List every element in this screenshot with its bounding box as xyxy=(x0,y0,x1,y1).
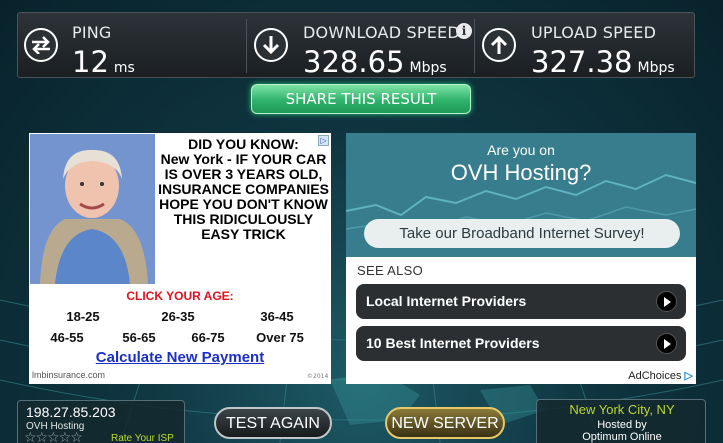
calculate-payment-link[interactable]: Calculate New Payment xyxy=(29,349,331,366)
age-option[interactable]: 36-45 xyxy=(247,309,307,324)
see-also-heading: SEE ALSO xyxy=(357,263,423,278)
new-server-button[interactable]: NEW SERVER xyxy=(385,407,505,439)
best-providers-link[interactable]: 10 Best Internet Providers xyxy=(356,326,686,361)
ping-label: PING xyxy=(72,23,112,42)
ovh-banner[interactable]: Are you on OVH Hosting? Take our Broadba… xyxy=(346,133,696,257)
upload-value: 327.38 Mbps xyxy=(531,45,675,79)
ad-domain: lmbinsurance.com xyxy=(32,370,106,380)
play-arrow-icon xyxy=(656,333,677,354)
test-again-button[interactable]: TEST AGAIN xyxy=(214,407,332,439)
ovh-question-1: Are you on xyxy=(487,142,555,158)
server-ip: 198.27.85.203 xyxy=(26,404,116,420)
ping-unit: ms xyxy=(113,60,135,76)
survey-button[interactable]: Take our Broadband Internet Survey! xyxy=(364,219,680,248)
isp-name: Optimum Online xyxy=(582,431,662,443)
download-number: 328.65 xyxy=(303,45,405,79)
ping-icon xyxy=(24,28,58,62)
age-option[interactable]: 66-75 xyxy=(178,330,238,345)
ping-value: 12 ms xyxy=(72,45,135,79)
ad-headline: DID YOU KNOW: New York - IF YOUR CAR IS … xyxy=(158,137,329,242)
upload-stat: UPLOAD SPEED 327.38 Mbps xyxy=(475,13,696,79)
ovh-question-2: OVH Hosting? xyxy=(450,160,592,185)
ovh-survey-ad[interactable]: Are you on OVH Hosting? Take our Broadba… xyxy=(346,133,696,384)
rate-isp-label[interactable]: Rate Your ISP xyxy=(111,433,174,443)
age-prompt: CLICK YOUR AGE: xyxy=(126,289,234,303)
location-info: New York City, NY Hosted by Optimum Onli… xyxy=(536,399,706,443)
download-label: DOWNLOAD SPEED xyxy=(303,23,460,42)
download-arrow-icon xyxy=(254,28,288,62)
best-providers-label: 10 Best Internet Providers xyxy=(366,335,540,351)
rating-stars[interactable]: ☆☆☆☆☆ xyxy=(24,430,83,443)
ping-number: 12 xyxy=(72,45,109,79)
age-option[interactable]: Over 75 xyxy=(250,330,310,345)
adchoices-link[interactable]: AdChoices ▷ xyxy=(628,369,693,382)
ad-copyright: ©2014 xyxy=(307,373,329,380)
ad-headline-1: DID YOU KNOW: xyxy=(188,136,299,152)
insurance-ad[interactable]: ▷ DID YOU KNOW: New York - IF YOUR CAR I… xyxy=(29,133,331,384)
age-option[interactable]: 26-35 xyxy=(148,309,208,324)
server-info: 198.27.85.203 OVH Hosting ☆☆☆☆☆ Rate You… xyxy=(17,400,185,443)
upload-label: UPLOAD SPEED xyxy=(531,23,657,42)
adchoices-label: AdChoices xyxy=(628,370,682,382)
upload-unit: Mbps xyxy=(637,60,675,76)
download-value: 328.65 Mbps xyxy=(303,45,447,79)
local-providers-link[interactable]: Local Internet Providers xyxy=(356,284,686,319)
hosted-by-label: Hosted by xyxy=(597,419,647,431)
download-stat: DOWNLOAD SPEED 328.65 Mbps xyxy=(247,13,474,79)
server-city: New York City, NY xyxy=(569,402,675,417)
upload-arrow-icon xyxy=(482,28,516,62)
ad-photo xyxy=(30,134,155,284)
age-option[interactable]: 56-65 xyxy=(109,330,169,345)
download-unit: Mbps xyxy=(409,60,447,76)
age-option[interactable]: 46-55 xyxy=(37,330,97,345)
adchoices-icon: ▷ xyxy=(684,370,693,382)
share-result-button[interactable]: SHARE THIS RESULT xyxy=(251,84,471,114)
ad-headline-2: New York - IF YOUR CAR IS OVER 3 YEARS O… xyxy=(158,151,329,242)
upload-number: 327.38 xyxy=(531,45,633,79)
results-bar: PING 12 ms DOWNLOAD SPEED 328.65 Mbps i UP… xyxy=(17,12,696,79)
local-providers-label: Local Internet Providers xyxy=(366,293,527,309)
age-option[interactable]: 18-25 xyxy=(53,309,113,324)
play-arrow-icon xyxy=(656,291,677,312)
ping-stat: PING 12 ms xyxy=(18,13,246,79)
info-icon[interactable]: i xyxy=(456,23,472,39)
